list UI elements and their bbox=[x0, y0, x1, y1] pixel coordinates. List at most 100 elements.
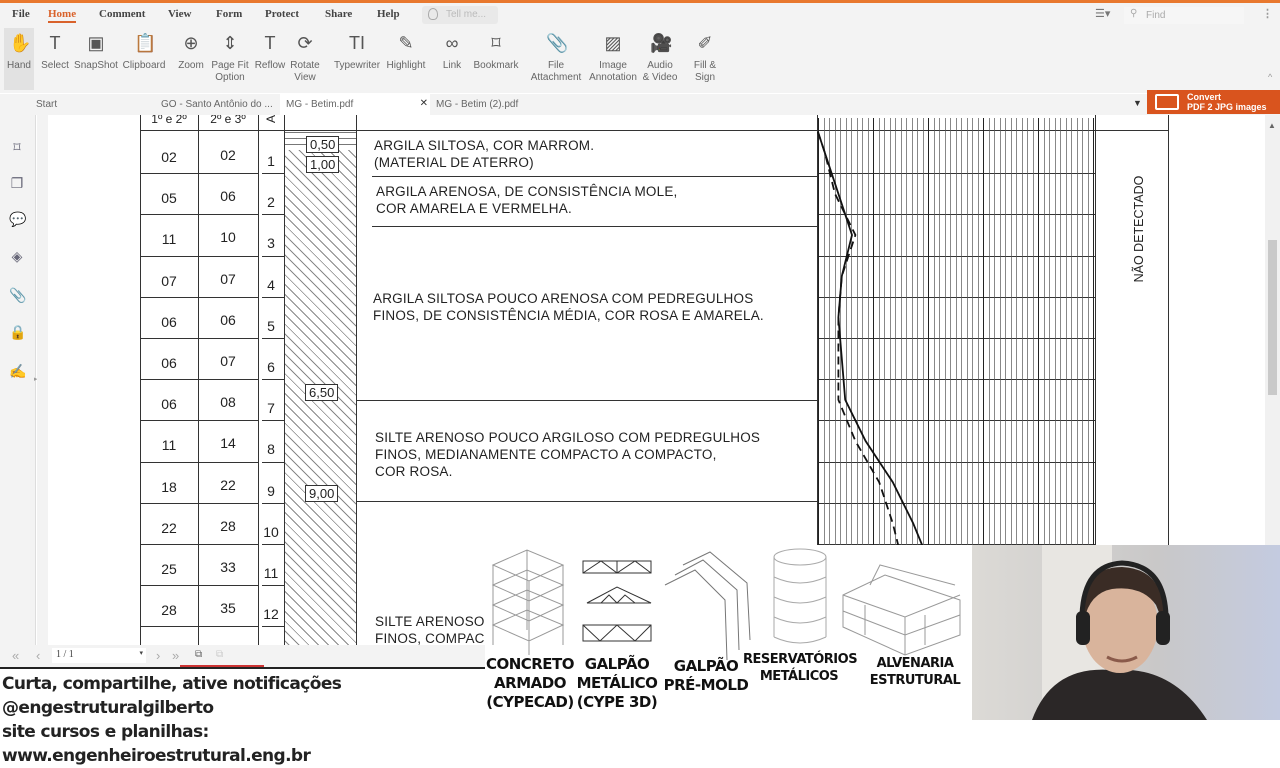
attachment-icon[interactable]: 📎 bbox=[9, 287, 26, 303]
clipboard-icon: 📋 bbox=[134, 33, 157, 53]
tool-label: Hand bbox=[7, 60, 31, 71]
tool-label: Audio & Video bbox=[642, 60, 678, 83]
page-navigation-bar: « ‹ 1 / 1 ▾ › » ⧉ ⧉ bbox=[0, 645, 485, 667]
tool-select-button[interactable]: T Select bbox=[40, 28, 70, 90]
convert-line2: PDF 2 JPG images bbox=[1187, 102, 1267, 112]
zoom-icon: ⊕ bbox=[183, 33, 199, 53]
presenter-figure bbox=[1032, 545, 1207, 720]
caption-line2: site cursos e planilhas: www.engenheiroe… bbox=[2, 722, 311, 766]
tab-mg-betim-pdf[interactable]: MG - Betim (2).pdf bbox=[430, 94, 560, 115]
scroll-up-icon[interactable]: ▲ bbox=[1268, 121, 1276, 130]
tool-snapshot-button[interactable]: ▣ SnapShot bbox=[74, 28, 118, 90]
search-options-icon[interactable]: ☰▾ bbox=[1095, 7, 1110, 20]
tell-me-search[interactable]: Tell me... bbox=[422, 6, 498, 24]
concrete-frame-icon bbox=[491, 549, 565, 655]
left-sidebar: ⌑ ❐ 💬 ◈ 📎 🔒 ✍ ▸ bbox=[0, 115, 38, 645]
tab-mg-betim-pdf[interactable]: MG - Betim.pdf ✕ bbox=[280, 94, 430, 115]
more-options-icon[interactable]: ⋮ bbox=[1262, 7, 1273, 20]
convert-line1: Convert bbox=[1187, 92, 1222, 102]
security-lock-icon[interactable]: 🔒 bbox=[9, 324, 26, 340]
menu-item-help[interactable]: Help bbox=[377, 8, 400, 20]
tool-bookmark-button[interactable]: ⌑ Bookmark bbox=[471, 28, 521, 90]
menu-item-comment[interactable]: Comment bbox=[99, 8, 145, 20]
image-icon bbox=[1155, 94, 1179, 110]
insert-page-icon[interactable]: ⧉ bbox=[195, 649, 202, 660]
video-caption-overlay: Curta, compartilhe, ative notificações @… bbox=[0, 667, 488, 766]
scrollbar-thumb[interactable] bbox=[1268, 240, 1277, 395]
tool-hand-button[interactable]: ✋ Hand bbox=[4, 28, 34, 90]
structure-types-overlay: CONCRETO ARMADO (CYPECAD) GALPÃO METÁLICO… bbox=[485, 545, 973, 720]
tool-image-annotation-button[interactable]: ▨ Image Annotation bbox=[586, 28, 640, 90]
pages-icon[interactable]: ❐ bbox=[9, 175, 25, 191]
tool-fill-sign-button[interactable]: ✐ Fill & Sign bbox=[688, 28, 722, 90]
menu-item-file[interactable]: File bbox=[12, 8, 30, 20]
caption-line1: Curta, compartilhe, ative notificações @… bbox=[2, 674, 342, 718]
comment-icon[interactable]: 💬 bbox=[9, 211, 26, 227]
first-page-icon[interactable]: « bbox=[12, 648, 19, 663]
bookmark-icon[interactable]: ⌑ bbox=[9, 139, 25, 155]
menu-item-view[interactable]: View bbox=[168, 8, 191, 20]
spt-curve-2-3 bbox=[817, 131, 938, 606]
tab-label: MG - Betim.pdf bbox=[286, 99, 354, 110]
precast-icon bbox=[664, 551, 751, 661]
menu-item-home[interactable]: Home bbox=[48, 8, 77, 23]
tool-link-button[interactable]: ∞ Link bbox=[438, 28, 466, 90]
prev-page-icon[interactable]: ‹ bbox=[36, 648, 40, 663]
tool-file-attachment-button[interactable]: 📎 File Attachment bbox=[528, 28, 584, 90]
tool-typewriter-button[interactable]: TI Typewriter bbox=[332, 28, 382, 90]
link-icon: ∞ bbox=[445, 33, 459, 53]
tool-reflow-button[interactable]: T Reflow bbox=[254, 28, 286, 90]
find-input[interactable]: ⚲ Find bbox=[1124, 7, 1244, 24]
tool-label: SnapShot bbox=[74, 60, 118, 71]
menu-bar: File Home Comment View Form Protect Share Help … bbox=[0, 3, 1280, 26]
tool-label: Highlight bbox=[386, 60, 426, 71]
tab-label: MG - Betim (2).pdf bbox=[436, 99, 519, 110]
tool-label: Link bbox=[442, 60, 462, 71]
tab-start[interactable]: Start bbox=[30, 94, 150, 115]
collapse-ribbon-icon[interactable]: ^ bbox=[1268, 72, 1272, 82]
next-page-icon[interactable]: › bbox=[156, 648, 160, 663]
tool-clipboard-button[interactable]: 📋 Clipboard bbox=[120, 28, 168, 90]
menu-item-share[interactable]: Share bbox=[325, 8, 352, 20]
page-number-input[interactable]: 1 / 1 ▾ bbox=[52, 648, 146, 663]
tab-label: GO - Santo Antônio do ... bbox=[161, 99, 273, 110]
tabs-dropdown-icon[interactable]: ▼ bbox=[1133, 98, 1142, 108]
tool-label: Clipboard bbox=[122, 60, 166, 71]
tool-label: Reflow bbox=[254, 60, 286, 71]
page-number: 1 / 1 bbox=[56, 649, 74, 660]
tool-label: Bookmark bbox=[473, 60, 519, 71]
page-view-icon[interactable]: ⧉ bbox=[216, 649, 223, 660]
tool-label: Select bbox=[41, 60, 69, 71]
audio-video-icon: 🎥 bbox=[650, 33, 673, 53]
tell-me-label: Tell me... bbox=[446, 9, 487, 20]
tab-label: Start bbox=[36, 99, 58, 110]
tool-audio-video-button[interactable]: 🎥 Audio & Video bbox=[642, 28, 678, 90]
search-icon: ⚲ bbox=[1130, 8, 1138, 19]
last-page-icon[interactable]: » bbox=[172, 648, 179, 663]
menu-item-protect[interactable]: Protect bbox=[265, 8, 299, 20]
reflow-icon: T bbox=[264, 33, 276, 53]
tool-zoom-button[interactable]: ⊕ Zoom bbox=[174, 28, 208, 90]
structure-label: CONCRETO ARMADO (CYPECAD) bbox=[485, 655, 575, 711]
tool-rotate-view-button[interactable]: ⟳ Rotate View bbox=[287, 28, 323, 90]
rotate-view-icon: ⟳ bbox=[297, 33, 313, 53]
metal-tank-icon bbox=[773, 548, 827, 644]
tool-label: Image Annotation bbox=[589, 60, 637, 83]
bookmark-icon: ⌑ bbox=[491, 33, 501, 53]
tool-label: Fill & Sign bbox=[693, 60, 717, 83]
image-annotation-icon: ▨ bbox=[604, 33, 622, 53]
steel-truss-icon bbox=[582, 560, 652, 642]
layers-icon[interactable]: ◈ bbox=[9, 248, 25, 264]
sign-icon[interactable]: ✍ bbox=[9, 363, 26, 379]
tool-highlight-button[interactable]: ✎ Highlight bbox=[384, 28, 428, 90]
tool-label: File Attachment bbox=[530, 60, 582, 83]
select-icon: T bbox=[49, 33, 61, 53]
tool-page-fit-option-button[interactable]: ⇕ Page Fit Option bbox=[208, 28, 252, 90]
hand-icon: ✋ bbox=[9, 33, 32, 53]
close-tab-icon[interactable]: ✕ bbox=[420, 98, 428, 109]
page-dropdown-icon[interactable]: ▾ bbox=[139, 649, 143, 657]
convert-pdf-ad-button[interactable]: Convert PDF 2 JPG images bbox=[1147, 90, 1280, 114]
tab-go-santo-ant-nio-do[interactable]: GO - Santo Antônio do ... bbox=[155, 94, 275, 115]
tool-label: Page Fit Option bbox=[211, 60, 249, 83]
menu-item-form[interactable]: Form bbox=[216, 8, 242, 20]
